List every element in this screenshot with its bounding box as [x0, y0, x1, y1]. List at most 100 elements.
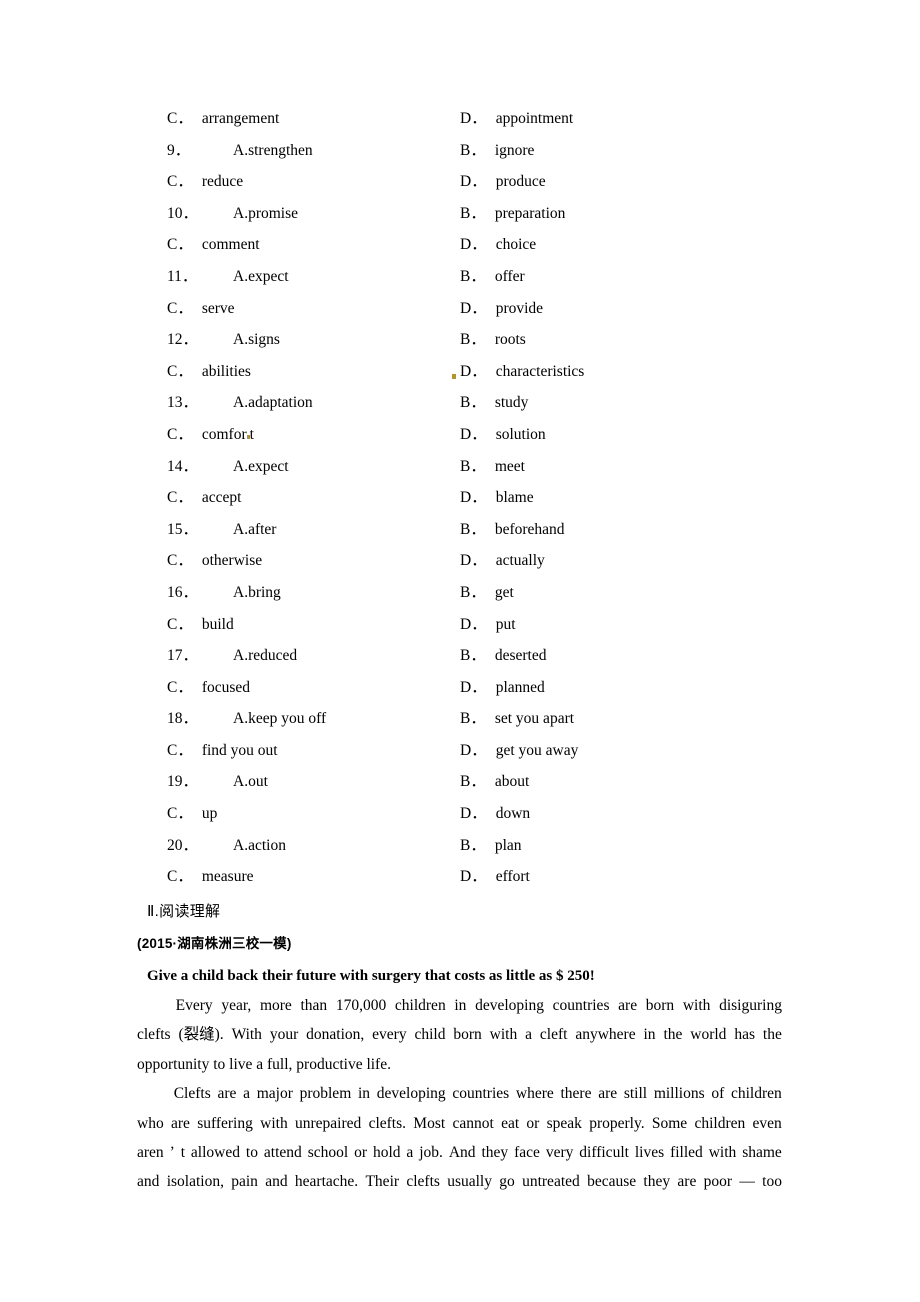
cloze-option-right[interactable]: B． offer — [460, 266, 782, 287]
cloze-option-right[interactable]: D． produce — [460, 171, 782, 192]
cloze-option-left[interactable]: 16． A. bring — [137, 582, 460, 603]
option-text: comment — [201, 236, 260, 254]
passage-word: cleft — [539, 1026, 568, 1044]
cloze-option-row: C． find you out D． get you away — [137, 740, 782, 772]
passage-word: hold — [372, 1144, 401, 1162]
option-letter: A. — [233, 647, 249, 665]
option-letter: B． — [460, 836, 486, 854]
cloze-option-left[interactable]: 19． A. out — [137, 771, 460, 792]
option-text: down — [495, 805, 531, 823]
cloze-option-row: C． serve D． provide — [137, 298, 782, 330]
question-number: 16． — [167, 583, 199, 601]
passage-word: suffering — [197, 1114, 253, 1132]
option-text: serve — [201, 299, 235, 317]
option-text: provide — [495, 299, 544, 317]
option-letter: B． — [460, 457, 486, 475]
cloze-option-left[interactable]: C． comfor t — [137, 424, 460, 445]
cloze-option-right[interactable]: D． choice — [460, 234, 782, 255]
question-number: 12． — [167, 331, 199, 349]
passage-word: because — [587, 1173, 637, 1191]
cloze-option-left[interactable]: 13． A. adaptation — [137, 392, 460, 413]
cloze-option-right[interactable]: D． blame — [460, 487, 782, 508]
cloze-option-right[interactable]: D． characteristics — [452, 361, 782, 382]
passage-word: Their — [365, 1173, 400, 1191]
passage-word: or — [526, 1114, 540, 1132]
cloze-option-left[interactable]: C． focused — [137, 677, 460, 698]
option-letter: C． — [167, 110, 193, 127]
cloze-option-left[interactable]: C． find you out — [137, 740, 460, 761]
passage-word: year, — [221, 997, 252, 1014]
cloze-option-right[interactable]: B． ignore — [460, 140, 782, 161]
cloze-option-left[interactable]: 11． A. expect — [137, 266, 460, 287]
cloze-option-right[interactable]: B． roots — [460, 329, 782, 350]
passage-word: in — [643, 1026, 656, 1044]
cloze-option-left[interactable]: C． comment — [137, 234, 460, 255]
passage-word: are — [170, 1114, 190, 1132]
option-text: strengthen — [248, 141, 313, 159]
cloze-option-left[interactable]: 20． A. action — [137, 835, 460, 856]
cloze-option-left[interactable]: C． otherwise — [137, 550, 460, 571]
cloze-option-right[interactable]: B． beforehand — [460, 519, 782, 540]
cloze-option-left[interactable]: C． accept — [137, 487, 460, 508]
cloze-option-right[interactable]: B． deserted — [460, 645, 782, 666]
cloze-option-right[interactable]: D． provide — [460, 298, 782, 319]
cloze-option-right[interactable]: D． put — [460, 614, 782, 635]
cloze-option-right[interactable]: D． down — [460, 803, 782, 824]
cloze-option-right[interactable]: B． meet — [460, 456, 782, 477]
option-letter: D． — [460, 552, 487, 570]
question-number: 9． — [167, 141, 191, 159]
cloze-option-left[interactable]: 10． A. promise — [137, 203, 460, 224]
cloze-option-right[interactable]: D． planned — [460, 677, 782, 698]
cloze-option-right[interactable]: D． effort — [460, 866, 782, 887]
cloze-option-left[interactable]: C． measure — [137, 866, 460, 887]
passage-word: allowed — [190, 1144, 240, 1162]
cloze-option-right[interactable]: B． get — [460, 582, 782, 603]
cloze-option-left[interactable]: 18． A. keep you off — [137, 708, 460, 729]
option-letter: D． — [460, 678, 487, 696]
cloze-option-right[interactable]: B． set you apart — [460, 708, 782, 729]
option-text: study — [494, 394, 529, 412]
cloze-option-left[interactable]: C． arrangement — [137, 108, 460, 129]
option-letter: C． — [167, 552, 193, 570]
cloze-option-left[interactable]: 15． A. after — [137, 519, 460, 540]
cloze-option-left[interactable]: C． abilities — [137, 361, 460, 382]
passage-word: With — [231, 1026, 262, 1044]
cloze-option-right[interactable]: B． preparation — [460, 203, 782, 224]
cloze-option-left[interactable]: 12． A. signs — [137, 329, 460, 350]
option-text: characteristics — [495, 362, 585, 380]
cloze-option-left[interactable]: 14． A. expect — [137, 456, 460, 477]
passage-word: donation, — [306, 1026, 365, 1044]
cloze-option-right[interactable]: D． appointment — [460, 108, 782, 129]
document-page: C． arrangement D． appointment 9． A. strengthen… — [0, 0, 920, 1302]
cloze-option-right[interactable]: B． study — [460, 392, 782, 413]
cloze-option-left[interactable]: C． serve — [137, 298, 460, 319]
option-text: choice — [495, 236, 537, 254]
cloze-option-left[interactable]: C． reduce — [137, 171, 460, 192]
cloze-option-row: 11． A. expect B． offer — [137, 266, 782, 298]
cloze-option-right[interactable]: D． solution — [460, 424, 782, 445]
passage-word: even — [752, 1114, 782, 1132]
cloze-option-left[interactable]: 17． A. reduced — [137, 645, 460, 666]
option-text: put — [495, 615, 516, 633]
option-letter: A. — [233, 583, 249, 601]
cloze-option-left[interactable]: C． up — [137, 803, 460, 824]
passage-word: in — [357, 1085, 371, 1103]
option-letter: A. — [233, 457, 249, 475]
cloze-option-right[interactable]: B． about — [460, 771, 782, 792]
option-text: appointment — [495, 110, 574, 127]
option-text: action — [248, 836, 286, 854]
cloze-option-row: C． arrangement D． appointment — [137, 108, 782, 140]
question-number: 13． — [167, 394, 199, 412]
passage-word: major — [256, 1085, 293, 1103]
option-text: deserted — [494, 647, 547, 665]
section-heading: Ⅱ.阅读理解 — [147, 903, 221, 920]
passage-word: the — [663, 1026, 683, 1044]
option-text: effort — [495, 868, 530, 886]
cloze-option-left[interactable]: 9． A. strengthen — [137, 140, 460, 161]
cloze-option-right[interactable]: D． actually — [460, 550, 782, 571]
cloze-option-right[interactable]: B． plan — [460, 835, 782, 856]
cloze-option-left[interactable]: C． build — [137, 614, 460, 635]
passage-title: Give a child back their future with surg… — [147, 968, 595, 984]
cloze-option-row: 17． A. reduced B． deserted — [137, 645, 782, 677]
cloze-option-right[interactable]: D． get you away — [460, 740, 782, 761]
